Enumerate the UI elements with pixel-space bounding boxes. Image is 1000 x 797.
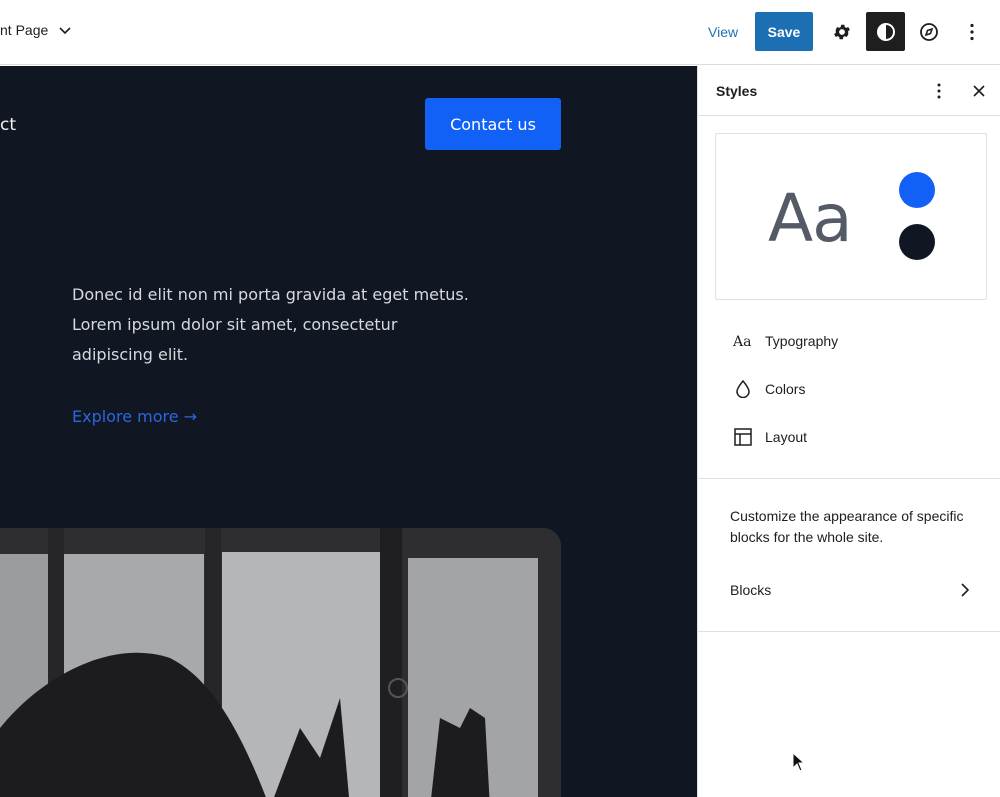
svg-text:Aa: Aa: [733, 334, 751, 348]
layout-icon: [733, 427, 753, 447]
preview-color-secondary: [899, 224, 935, 260]
sidebar-item-label: Colors: [765, 381, 806, 397]
settings-button[interactable]: [822, 12, 861, 51]
mouse-cursor-icon: [792, 752, 806, 772]
preview-typography-sample: Aa: [768, 180, 853, 257]
sidebar-more-button[interactable]: [928, 80, 950, 102]
more-vertical-icon: [937, 83, 941, 99]
options-button[interactable]: [952, 12, 991, 51]
typography-icon: Aa: [733, 331, 753, 351]
explore-more-link[interactable]: Explore more →: [72, 407, 197, 426]
sidebar-close-button[interactable]: [968, 80, 990, 102]
droplet-icon: [733, 379, 753, 399]
chevron-right-icon: [961, 583, 970, 597]
blocks-description: Customize the appearance of specific blo…: [730, 508, 964, 545]
compass-icon: [919, 22, 938, 41]
view-button[interactable]: View: [708, 24, 738, 40]
more-vertical-icon: [969, 23, 974, 40]
styles-sidebar: Styles Aa Aa Typography Colors Layout Cu…: [697, 66, 1000, 797]
sidebar-item-layout[interactable]: Layout: [733, 425, 807, 449]
document-title-dropdown[interactable]: nt Page: [0, 22, 72, 38]
sidebar-item-typography[interactable]: Aa Typography: [733, 329, 838, 353]
preview-color-primary: [899, 172, 935, 208]
editor-canvas[interactable]: ct Contact us Donec id elit non mi porta…: [0, 66, 697, 797]
hero-image[interactable]: [0, 528, 561, 797]
close-icon: [973, 85, 985, 97]
divider: [698, 478, 1000, 479]
gear-icon: [833, 24, 850, 39]
photo-illustration: [0, 528, 561, 797]
sidebar-title: Styles: [716, 83, 758, 99]
style-preview[interactable]: Aa: [715, 133, 987, 300]
divider: [698, 631, 1000, 632]
sidebar-item-blocks[interactable]: Blocks: [730, 580, 970, 600]
styles-button[interactable]: [866, 12, 905, 51]
save-button[interactable]: Save: [755, 12, 813, 51]
document-title: nt Page: [0, 22, 49, 38]
editor-top-bar: nt Page View Save: [0, 0, 1000, 65]
sidebar-item-colors[interactable]: Colors: [733, 377, 805, 401]
site-nav-link[interactable]: ct: [0, 115, 16, 135]
sidebar-header: Styles: [698, 66, 1000, 116]
sidebar-item-label: Blocks: [730, 582, 772, 598]
half-circle-contrast-icon: [876, 22, 895, 41]
sidebar-item-label: Layout: [765, 429, 808, 445]
hero-paragraph[interactable]: Donec id elit non mi porta gravida at eg…: [72, 280, 472, 370]
navigation-button[interactable]: [909, 12, 948, 51]
chevron-down-icon: [59, 27, 71, 35]
sidebar-item-label: Typography: [765, 333, 839, 349]
contact-us-button[interactable]: Contact us: [425, 98, 561, 150]
